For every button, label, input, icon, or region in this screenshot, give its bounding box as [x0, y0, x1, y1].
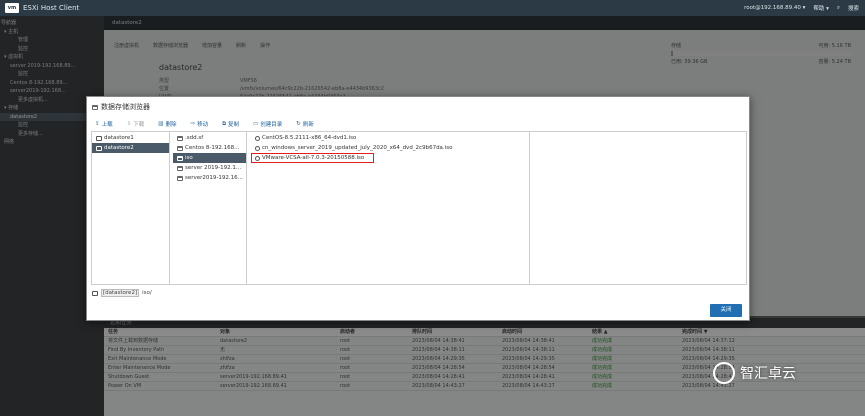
datastore-icon [92, 290, 98, 296]
file-item[interactable]: CentOS-8.5.2111-x86_64-dvd1.iso [251, 133, 529, 143]
dialog-title: 数据存储浏览器 [101, 103, 150, 111]
datastore-icon [96, 135, 102, 141]
folder-icon [177, 135, 183, 141]
folder-label: .sdd.sf [185, 135, 204, 141]
folder-label: Centos 8-192.168... [185, 145, 240, 151]
file-label: VMware-VCSA-all-7.0.3-20150588.iso [262, 155, 365, 161]
iso-file-icon [255, 145, 260, 151]
folder-item[interactable]: server2019-192.16... [173, 173, 246, 183]
datastore-browser-dialog: 数据存储浏览器 ⇪ 上载 ⇩ 下载 ▥ 删除 ⇨ 移动 ⧉ 复制 ▭ 创建目录 ↻ 刷新 datastor… [86, 96, 750, 321]
top-bar: vm ESXi Host Client root@192.168.89.40 ▾… [0, 0, 865, 16]
watermark-text: 智汇卓云 [740, 366, 796, 382]
close-button[interactable]: 关闭 [710, 304, 742, 317]
datastore-browser-icon [92, 104, 98, 110]
folder-label: server2019-192.16... [185, 175, 243, 181]
move-icon: ⇨ [190, 121, 196, 127]
tool-label: 移动 [197, 122, 209, 128]
dialog-toolbar: ⇪ 上载 ⇩ 下载 ▥ 删除 ⇨ 移动 ⧉ 复制 ▭ 创建目录 ↻ 刷新 [95, 120, 314, 129]
watermark: 智汇卓云 [713, 362, 796, 384]
file-item[interactable]: cn_windows_server_2019_updated_july_2020… [251, 143, 529, 153]
iso-file-icon [255, 155, 260, 161]
delete-icon: ▥ [158, 121, 164, 127]
folder-item[interactable]: .sdd.sf [173, 133, 246, 143]
folder-column: .sdd.sf Centos 8-192.168... iso server 2019… [173, 132, 247, 284]
tool-refresh-button[interactable]: ↻ 刷新 [296, 120, 314, 128]
tool-upload-button[interactable]: ⇪ 上载 [95, 120, 113, 128]
folder-label: server 2019-192.1... [185, 165, 242, 171]
download-icon: ⇩ [126, 121, 132, 127]
tool-move-button[interactable]: ⇨ 移动 [190, 120, 208, 128]
search-icon[interactable]: ⌕ [837, 5, 840, 12]
help-menu[interactable]: 帮助 ▾ [813, 4, 829, 12]
folder-icon [177, 145, 183, 151]
folder-plus-icon: ▭ [253, 121, 259, 127]
file-label: CentOS-8.5.2111-x86_64-dvd1.iso [262, 135, 357, 141]
user-menu[interactable]: root@192.168.89.40 ▾ [744, 5, 805, 11]
tool-delete-button[interactable]: ▥ 删除 [158, 120, 176, 128]
wechat-logo-icon [713, 362, 735, 384]
file-browser: datastore1 datastore2 .sdd.sf Centos 8-192… [91, 131, 747, 285]
tool-label: 复制 [228, 122, 240, 128]
path-datastore-tag: [datastore2] [101, 289, 140, 297]
iso-file-icon [255, 135, 260, 141]
datastore-item[interactable]: datastore2 [92, 143, 169, 153]
datastore-column: datastore1 datastore2 [92, 132, 170, 284]
folder-item[interactable]: server 2019-192.1... [173, 163, 246, 173]
folder-label: iso [185, 155, 193, 161]
tool-label: 下载 [133, 122, 145, 128]
datastore-label: datastore1 [104, 135, 134, 141]
tool-folder-plus-button[interactable]: ▭ 创建目录 [253, 120, 282, 128]
folder-icon [177, 175, 183, 181]
datastore-icon [96, 145, 102, 151]
folder-icon [177, 155, 183, 161]
details-column [534, 132, 746, 284]
app-title: ESXi Host Client [23, 4, 80, 12]
tool-label: 上载 [101, 122, 113, 128]
path-rest: iso/ [142, 290, 152, 296]
vmware-logo: vm [5, 3, 19, 13]
tool-download-button[interactable]: ⇩ 下载 [127, 120, 145, 128]
file-item[interactable]: VMware-VCSA-all-7.0.3-20150588.iso [251, 153, 374, 163]
path-bar: [datastore2] iso/ [92, 289, 152, 297]
copy-icon: ⧉ [222, 120, 227, 127]
search-input[interactable]: 搜索 [848, 4, 859, 12]
refresh-icon: ↻ [296, 121, 301, 127]
datastore-item[interactable]: datastore1 [92, 133, 169, 143]
upload-icon: ⇪ [95, 121, 100, 127]
folder-item[interactable]: iso [173, 153, 246, 163]
tool-label: 删除 [165, 122, 177, 128]
tool-label: 刷新 [302, 122, 314, 128]
tool-label: 创建目录 [260, 122, 283, 128]
file-label: cn_windows_server_2019_updated_july_2020… [262, 145, 453, 151]
folder-icon [177, 165, 183, 171]
tool-copy-button[interactable]: ⧉ 复制 [222, 120, 240, 129]
datastore-label: datastore2 [104, 145, 134, 151]
folder-item[interactable]: Centos 8-192.168... [173, 143, 246, 153]
file-column: CentOS-8.5.2111-x86_64-dvd1.iso cn_window… [251, 132, 530, 284]
